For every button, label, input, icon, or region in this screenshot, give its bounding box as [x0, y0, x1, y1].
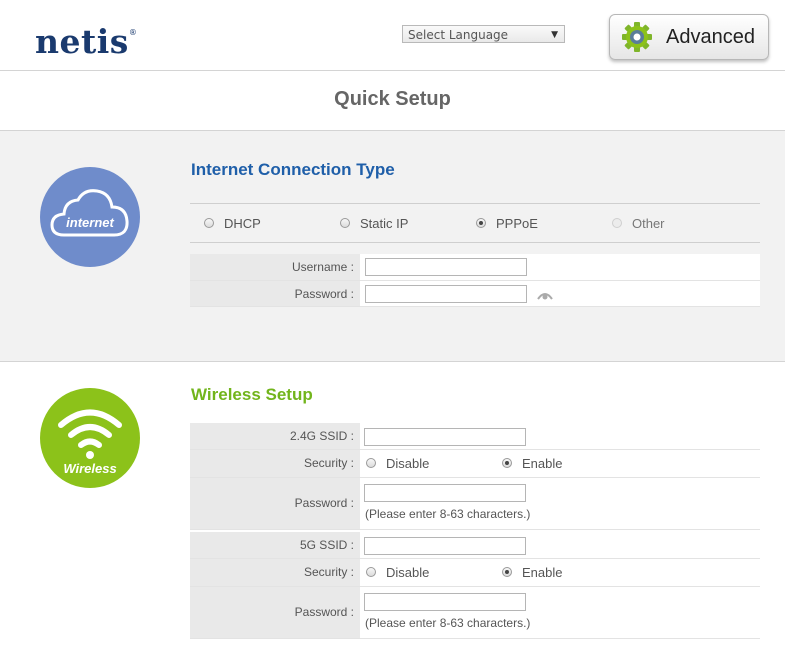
language-select-value: Select Language: [408, 28, 509, 42]
radio-security5-disable[interactable]: [366, 567, 376, 577]
netis-logo: netis®: [35, 22, 138, 61]
radio-pppoe[interactable]: [476, 218, 486, 228]
username-input[interactable]: [365, 258, 527, 276]
radio-security24-enable[interactable]: [502, 458, 512, 468]
password24-label: Password :: [190, 478, 360, 529]
header-divider: [0, 70, 785, 71]
password-label: Password :: [190, 281, 360, 307]
divider: [190, 638, 760, 639]
security5-label: Security :: [190, 559, 360, 586]
password-input[interactable]: [365, 285, 527, 303]
ssid24-input[interactable]: [364, 428, 526, 446]
radio-security5-enable-label: Enable: [522, 565, 563, 580]
username-label: Username :: [190, 254, 360, 280]
password5-input[interactable]: [364, 593, 526, 611]
advanced-button[interactable]: Advanced: [609, 14, 769, 60]
wireless-icon: Wireless: [40, 388, 140, 488]
radio-other[interactable]: [612, 218, 622, 228]
divider: [190, 306, 760, 307]
gear-icon: [622, 22, 652, 52]
security24-label: Security :: [190, 450, 360, 477]
radio-static-ip-label: Static IP: [360, 216, 409, 231]
wireless-icon-label: Wireless: [63, 461, 117, 476]
wireless-heading: Wireless Setup: [191, 385, 313, 404]
radio-security24-disable-label: Disable: [386, 456, 430, 471]
ssid24-label: 2.4G SSID :: [190, 423, 360, 449]
radio-static-ip[interactable]: [340, 218, 350, 228]
internet-heading: Internet Connection Type: [191, 160, 395, 179]
radio-security24-disable[interactable]: [366, 458, 376, 468]
ssid5-label: 5G SSID :: [190, 532, 360, 558]
radio-security5-disable-label: Disable: [386, 565, 430, 580]
show-password-eye-icon[interactable]: [536, 289, 554, 301]
password24-hint: (Please enter 8-63 characters.): [365, 507, 531, 521]
divider: [190, 203, 760, 204]
page-title: Quick Setup: [334, 88, 451, 110]
internet-icon: internet: [40, 167, 140, 267]
radio-pppoe-label: PPPoE: [496, 216, 538, 231]
language-select[interactable]: Select Language ▼: [402, 25, 565, 43]
divider: [190, 242, 760, 243]
password5-hint: (Please enter 8-63 characters.): [365, 616, 531, 630]
password5-label: Password :: [190, 587, 360, 638]
advanced-button-label: Advanced: [666, 26, 755, 48]
radio-dhcp[interactable]: [204, 218, 214, 228]
dropdown-arrow-icon: ▼: [551, 30, 558, 40]
radio-security24-enable-label: Enable: [522, 456, 563, 471]
divider: [190, 529, 760, 530]
ssid5-input[interactable]: [364, 537, 526, 555]
password24-input[interactable]: [364, 484, 526, 502]
radio-dhcp-label: DHCP: [224, 216, 261, 231]
internet-icon-label: internet: [66, 215, 114, 230]
radio-other-label: Other: [632, 216, 665, 231]
radio-security5-enable[interactable]: [502, 567, 512, 577]
